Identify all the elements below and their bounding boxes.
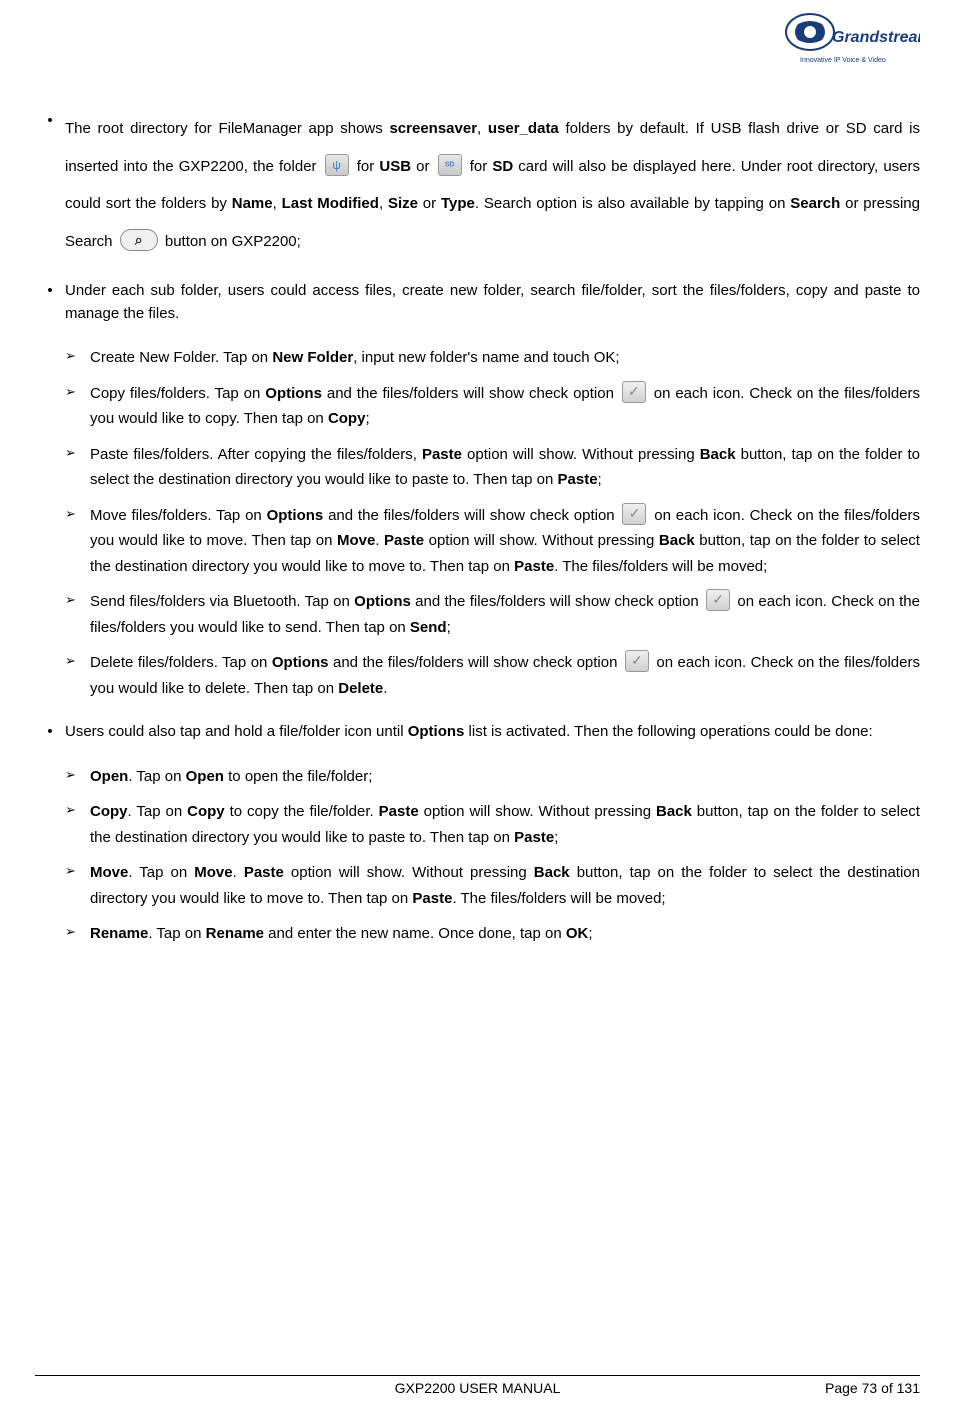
check-icon: [622, 381, 646, 403]
svg-text:Grandstream: Grandstream: [832, 29, 920, 46]
sub-text: Create New Folder. Tap on New Folder, in…: [90, 345, 920, 371]
sub-text: Move. Tap on Move. Paste option will sho…: [90, 860, 920, 911]
bullet-item: •The root directory for FileManager app …: [35, 110, 920, 260]
search-icon: [120, 229, 158, 251]
sub-text: Copy files/folders. Tap on Options and t…: [90, 381, 920, 432]
check-icon: [706, 589, 730, 611]
bullet-text: The root directory for FileManager app s…: [65, 110, 920, 260]
arrow-marker: ➢: [65, 860, 90, 911]
arrow-marker: ➢: [65, 921, 90, 947]
arrow-marker: ➢: [65, 345, 90, 371]
brand-logo: Grandstream Innovative IP Voice & Video: [780, 10, 920, 70]
bullet-marker: •: [35, 280, 65, 325]
arrow-marker: ➢: [65, 799, 90, 850]
bullet-marker: •: [35, 110, 65, 260]
footer-center: GXP2200 USER MANUAL: [330, 1380, 625, 1396]
sub-text: Delete files/folders. Tap on Options and…: [90, 650, 920, 701]
arrow-marker: ➢: [65, 764, 90, 790]
arrow-marker: ➢: [65, 442, 90, 493]
bullet-text: Users could also tap and hold a file/fol…: [65, 721, 920, 744]
sub-item: ➢Open. Tap on Open to open the file/fold…: [65, 764, 920, 790]
check-icon: [625, 650, 649, 672]
arrow-marker: ➢: [65, 381, 90, 432]
sub-item: ➢Paste files/folders. After copying the …: [65, 442, 920, 493]
footer-right: Page 73 of 131: [625, 1380, 920, 1396]
sub-text: Paste files/folders. After copying the f…: [90, 442, 920, 493]
arrow-marker: ➢: [65, 589, 90, 640]
page-footer: GXP2200 USER MANUAL Page 73 of 131: [35, 1375, 920, 1396]
bullet-marker: •: [35, 721, 65, 744]
sub-item: ➢Copy files/folders. Tap on Options and …: [65, 381, 920, 432]
sub-item: ➢Move files/folders. Tap on Options and …: [65, 503, 920, 580]
arrow-marker: ➢: [65, 503, 90, 580]
footer-left: [35, 1380, 330, 1396]
document-content: •The root directory for FileManager app …: [35, 0, 920, 947]
sub-item: ➢Send files/folders via Bluetooth. Tap o…: [65, 589, 920, 640]
sub-text: Send files/folders via Bluetooth. Tap on…: [90, 589, 920, 640]
sub-item: ➢Rename. Tap on Rename and enter the new…: [65, 921, 920, 947]
svg-text:Innovative IP Voice & Video: Innovative IP Voice & Video: [800, 57, 886, 64]
sub-item: ➢Move. Tap on Move. Paste option will sh…: [65, 860, 920, 911]
sub-text: Open. Tap on Open to open the file/folde…: [90, 764, 920, 790]
bullet-item: •Under each sub folder, users could acce…: [35, 280, 920, 325]
sub-item: ➢Copy. Tap on Copy to copy the file/fold…: [65, 799, 920, 850]
sub-text: Copy. Tap on Copy to copy the file/folde…: [90, 799, 920, 850]
sub-list: ➢Create New Folder. Tap on New Folder, i…: [65, 345, 920, 701]
bullet-text: Under each sub folder, users could acces…: [65, 280, 920, 325]
sd-icon: [438, 154, 462, 176]
sub-text: Rename. Tap on Rename and enter the new …: [90, 921, 920, 947]
sub-item: ➢Create New Folder. Tap on New Folder, i…: [65, 345, 920, 371]
bullet-item: •Users could also tap and hold a file/fo…: [35, 721, 920, 744]
usb-icon: [325, 154, 349, 176]
sub-list: ➢Open. Tap on Open to open the file/fold…: [65, 764, 920, 947]
check-icon: [622, 503, 646, 525]
sub-item: ➢Delete files/folders. Tap on Options an…: [65, 650, 920, 701]
arrow-marker: ➢: [65, 650, 90, 701]
sub-text: Move files/folders. Tap on Options and t…: [90, 503, 920, 580]
